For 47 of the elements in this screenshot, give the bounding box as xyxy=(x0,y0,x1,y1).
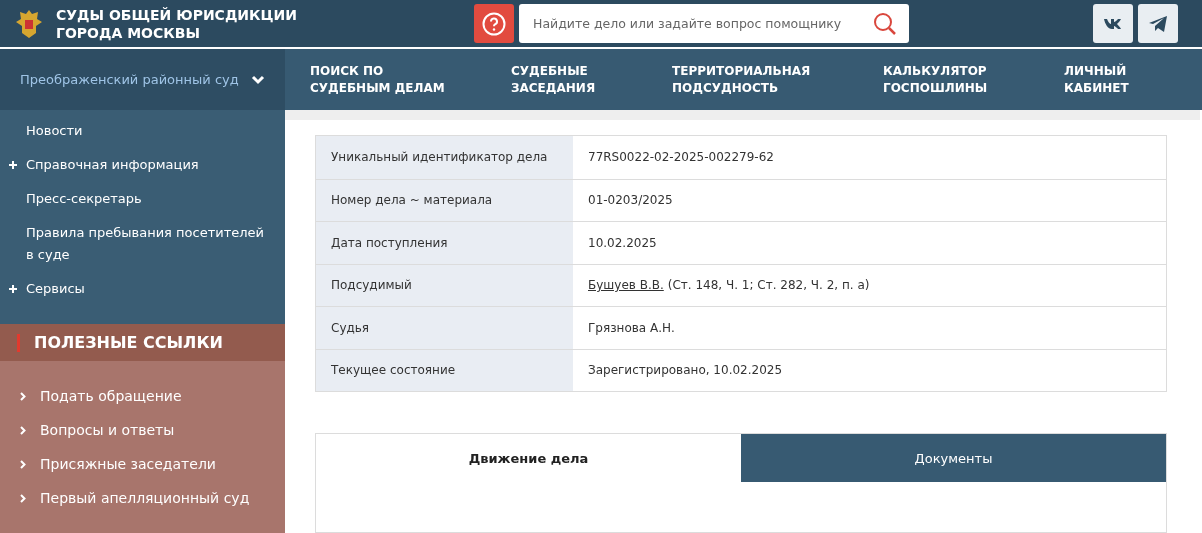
plus-icon xyxy=(8,284,18,294)
useful-link[interactable]: Присяжные заседатели xyxy=(0,447,285,481)
table-label: Судья xyxy=(316,307,573,349)
vk-logo-icon xyxy=(1103,17,1123,30)
chevron-icon xyxy=(20,459,26,469)
table-label: Текущее состояние xyxy=(316,349,573,391)
useful-link[interactable]: Вопросы и ответы xyxy=(0,413,285,447)
nav-link[interactable]: ТЕРРИТОРИАЛЬНАЯ ПОДСУДНОСТЬ xyxy=(672,62,832,97)
paper-plane-icon xyxy=(1148,14,1168,33)
table-label: Уникальный идентификатор дела xyxy=(316,136,573,179)
tab[interactable]: Документы xyxy=(741,434,1166,482)
chevron-icon xyxy=(20,391,26,401)
table-cell-text: 77RS0022-02-2025-002279-62 xyxy=(587,149,775,167)
sidebar-item[interactable]: Правила пребывания посетителей в суде xyxy=(0,216,285,272)
nav-link[interactable]: КАЛЬКУЛЯТОР ГОСПОШЛИНЫ xyxy=(883,62,1013,97)
table-cell-text: Зарегистрировано, 10.02.2025 xyxy=(587,362,784,380)
nav-link[interactable]: ПОИСК ПО СУДЕБНЫМ ДЕЛАМ xyxy=(310,62,460,97)
sidebar-item[interactable]: Пресс-секретарь xyxy=(0,182,285,216)
useful-link[interactable]: Подать обращение xyxy=(0,379,285,413)
chevron-icon xyxy=(20,425,26,435)
table-label: Номер дела ~ материала xyxy=(316,179,573,221)
table-label: Дата поступления xyxy=(316,222,573,264)
help-button[interactable] xyxy=(474,4,514,43)
telegram-button[interactable] xyxy=(1138,4,1178,43)
chevron-icon xyxy=(251,74,265,85)
site-title: ГОРОДА МОСКВЫ xyxy=(56,23,201,42)
search-icon[interactable] xyxy=(873,12,897,36)
defendant-link[interactable]: Бушуев В.В. xyxy=(588,278,664,293)
table-cell-text: 01-0203/2025 xyxy=(587,192,674,210)
court-selector[interactable]: Преображенский районный суд xyxy=(0,49,285,110)
nav-link[interactable]: ЛИЧНЫЙ КАБИНЕТ xyxy=(1064,62,1144,97)
charge-text: (Ст. 148, Ч. 1; Ст. 282, Ч. 2, п. а) xyxy=(667,278,870,293)
vk-button[interactable] xyxy=(1093,4,1133,43)
table-label: Подсудимый xyxy=(316,264,573,306)
question-icon xyxy=(482,11,506,36)
sidebar-item[interactable]: Сервисы xyxy=(0,272,285,306)
sidebar-item[interactable]: Справочная информация xyxy=(0,148,285,182)
links-title: ПОЛЕЗНЫЕ ССЫЛКИ xyxy=(34,333,223,352)
sidebar-item[interactable]: Новости xyxy=(0,114,285,148)
useful-link[interactable]: Первый апелляционный суд xyxy=(0,481,285,515)
nav-link[interactable]: СУДЕБНЫЕ ЗАСЕДАНИЯ xyxy=(511,62,621,97)
table-cell-text: 10.02.2025 xyxy=(587,234,658,252)
search-field[interactable]: Найдите дело или задайте вопрос помощнику xyxy=(519,4,909,43)
chevron-icon xyxy=(20,493,26,503)
site-title: СУДЫ ОБЩЕЙ ЮРИСДИКЦИИ xyxy=(56,5,297,24)
table-cell-text: Грязнова А.Н. xyxy=(587,319,676,337)
plus-icon xyxy=(8,160,18,170)
